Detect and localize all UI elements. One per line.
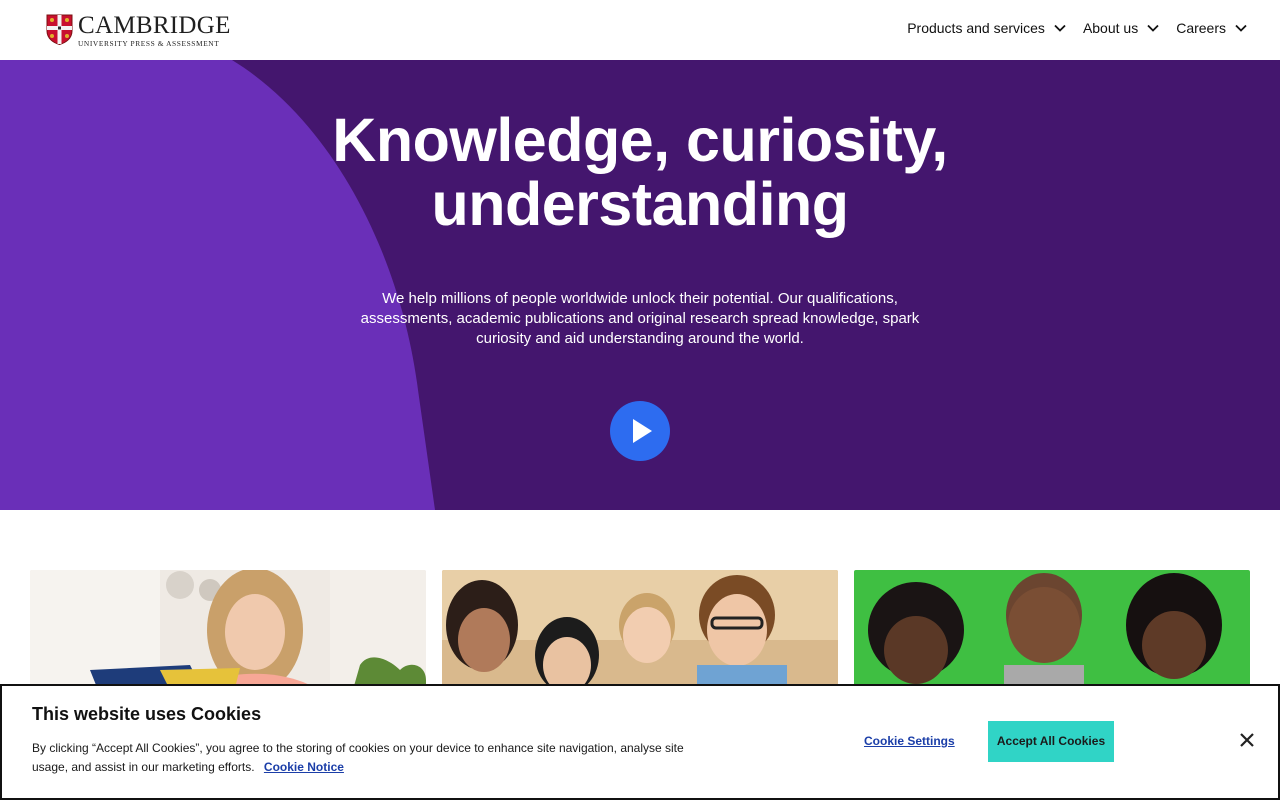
hero-title: Knowledge, curiosity, understanding: [240, 108, 1040, 236]
play-icon: [633, 419, 652, 443]
cambridge-shield-icon: [46, 14, 73, 45]
cambridge-logo[interactable]: CAMBRIDGE UNIVERSITY PRESS & ASSESSMENT: [46, 12, 231, 48]
close-icon[interactable]: [1238, 731, 1256, 749]
cookie-banner-description: By clicking “Accept All Cookies”, you ag…: [32, 741, 684, 774]
nav-item-label: Products and services: [907, 20, 1045, 36]
nav-item-label: About us: [1082, 20, 1139, 36]
cookie-banner-title: This website uses Cookies: [32, 704, 262, 724]
nav-careers[interactable]: Careers: [1176, 18, 1248, 38]
chevron-down-icon: [1235, 24, 1247, 32]
hero-title-line-2: understanding: [431, 170, 849, 238]
nav-products-and-services[interactable]: Products and services: [907, 18, 1067, 38]
logo-name: CAMBRIDGE: [78, 12, 231, 39]
hero-banner: Knowledge, curiosity, understanding We h…: [0, 60, 1280, 510]
nav-item-label: Careers: [1176, 20, 1226, 36]
logo-subtitle: UNIVERSITY PRESS & ASSESSMENT: [78, 39, 220, 48]
nav-about-us[interactable]: About us: [1083, 18, 1160, 38]
hero-description: We help millions of people worldwide unl…: [360, 290, 920, 347]
cookie-settings-button[interactable]: Cookie Settings: [864, 734, 955, 748]
site-header: CAMBRIDGE UNIVERSITY PRESS & ASSESSMENT …: [0, 0, 1280, 60]
cookie-banner: This website uses Cookies By clicking “A…: [0, 684, 1280, 800]
cookie-notice-link[interactable]: Cookie Notice: [264, 760, 344, 774]
cookie-banner-text: By clicking “Accept All Cookies”, you ag…: [32, 739, 712, 777]
chevron-down-icon: [1054, 24, 1066, 32]
chevron-down-icon: [1147, 24, 1159, 32]
hero-title-line-1: Knowledge, curiosity,: [332, 106, 948, 174]
play-video-button[interactable]: [610, 401, 670, 461]
accept-all-cookies-button[interactable]: Accept All Cookies: [988, 721, 1114, 762]
main-nav: Products and services About us Careers: [907, 18, 1248, 38]
